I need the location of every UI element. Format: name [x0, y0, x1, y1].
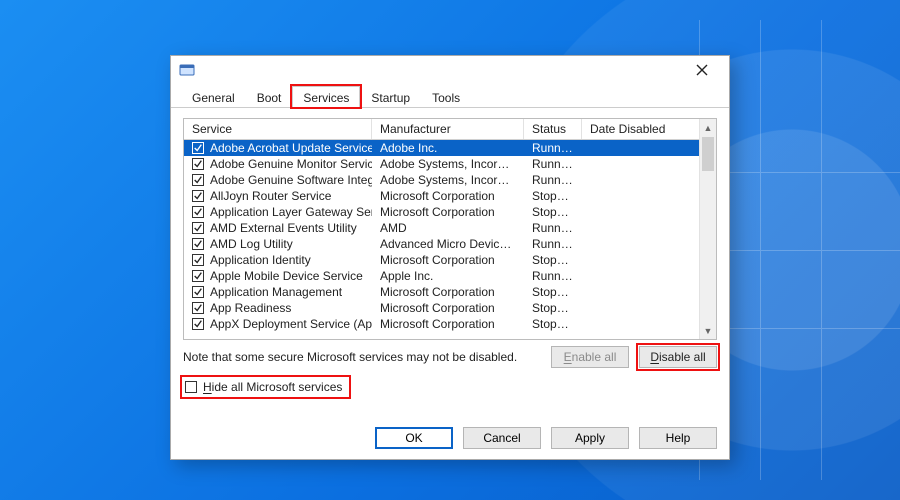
manufacturer: Microsoft Corporation: [372, 189, 524, 203]
hide-microsoft-label: Hide all Microsoft services: [203, 380, 342, 394]
status: Stopped: [524, 285, 582, 299]
service-name: AMD Log Utility: [210, 237, 293, 251]
checkbox-icon[interactable]: [192, 158, 204, 170]
status: Running: [524, 173, 582, 187]
service-name: Apple Mobile Device Service: [210, 269, 363, 283]
titlebar[interactable]: [171, 56, 729, 84]
service-name: Adobe Genuine Software Integri...: [210, 173, 372, 187]
col-status[interactable]: Status: [524, 119, 582, 139]
col-manufacturer[interactable]: Manufacturer: [372, 119, 524, 139]
services-listview[interactable]: Service Manufacturer Status Date Disable…: [183, 118, 717, 340]
status: Stopped: [524, 317, 582, 331]
disable-all-button[interactable]: Disable all: [639, 346, 717, 368]
status: Running: [524, 141, 582, 155]
scroll-up-icon[interactable]: ▲: [700, 119, 716, 136]
ok-button[interactable]: OK: [375, 427, 453, 449]
table-row[interactable]: Adobe Acrobat Update ServiceAdobe Inc.Ru…: [184, 140, 716, 156]
table-row[interactable]: Apple Mobile Device Service Apple Inc.Run…: [184, 268, 716, 284]
desktop-background: General Boot Services Startup Tools Serv…: [0, 0, 900, 500]
manufacturer: Adobe Inc.: [372, 141, 524, 155]
checkbox-icon[interactable]: [192, 286, 204, 298]
service-name: AllJoyn Router Service: [210, 189, 331, 203]
checkbox-icon[interactable]: [192, 190, 204, 202]
tab-tools[interactable]: Tools: [421, 86, 471, 108]
enable-all-button[interactable]: Enable all: [551, 346, 629, 368]
manufacturer: Adobe Systems, Incorpora...: [372, 173, 524, 187]
service-name: Adobe Acrobat Update Service: [210, 141, 372, 155]
manufacturer: Microsoft Corporation: [372, 301, 524, 315]
col-service[interactable]: Service: [184, 119, 372, 139]
status: Running: [524, 157, 582, 171]
manufacturer: Adobe Systems, Incorpora...: [372, 157, 524, 171]
status: Running: [524, 269, 582, 283]
manufacturer: Microsoft Corporation: [372, 205, 524, 219]
close-button[interactable]: [685, 59, 719, 81]
table-row[interactable]: AMD External Events Utility AMDRunning: [184, 220, 716, 236]
manufacturer: Microsoft Corporation: [372, 317, 524, 331]
checkbox-icon[interactable]: [192, 254, 204, 266]
help-button[interactable]: Help: [639, 427, 717, 449]
msconfig-dialog: General Boot Services Startup Tools Serv…: [170, 55, 730, 460]
table-row[interactable]: AllJoyn Router Service Microsoft Corporat…: [184, 188, 716, 204]
table-row[interactable]: Adobe Genuine Software Integri...Adobe S…: [184, 172, 716, 188]
manufacturer: Microsoft Corporation: [372, 253, 524, 267]
service-name: AMD External Events Utility: [210, 221, 357, 235]
checkbox-icon[interactable]: [192, 142, 204, 154]
checkbox-icon[interactable]: [192, 270, 204, 282]
table-row[interactable]: Application Management Microsoft Corporat…: [184, 284, 716, 300]
manufacturer: Microsoft Corporation: [372, 285, 524, 299]
scroll-thumb[interactable]: [702, 137, 714, 171]
table-row[interactable]: Adobe Genuine Monitor ServiceAdobe Syste…: [184, 156, 716, 172]
status: Stopped: [524, 301, 582, 315]
table-row[interactable]: App Readiness Microsoft CorporationStoppe…: [184, 300, 716, 316]
tab-boot[interactable]: Boot: [246, 86, 293, 108]
table-row[interactable]: Application Identity Microsoft Corporatio…: [184, 252, 716, 268]
cancel-button[interactable]: Cancel: [463, 427, 541, 449]
tab-services[interactable]: Services: [292, 86, 360, 108]
service-name: Adobe Genuine Monitor Service: [210, 157, 372, 171]
tab-general[interactable]: General: [181, 86, 246, 108]
scrollbar[interactable]: ▲ ▼: [699, 119, 716, 339]
checkbox-icon[interactable]: [192, 222, 204, 234]
status: Running: [524, 221, 582, 235]
col-date-disabled[interactable]: Date Disabled: [582, 119, 716, 139]
service-name: App Readiness: [210, 301, 291, 315]
status: Stopped: [524, 189, 582, 203]
service-name: Application Layer Gateway Service: [210, 205, 372, 219]
service-name: Application Management: [210, 285, 342, 299]
hide-microsoft-checkbox[interactable]: Hide all Microsoft services: [183, 378, 348, 396]
tab-startup[interactable]: Startup: [360, 86, 421, 108]
manufacturer: Apple Inc.: [372, 269, 524, 283]
service-name: Application Identity: [210, 253, 311, 267]
manufacturer: AMD: [372, 221, 524, 235]
column-headers[interactable]: Service Manufacturer Status Date Disable…: [184, 119, 716, 140]
checkbox-icon[interactable]: [185, 381, 197, 393]
note-text: Note that some secure Microsoft services…: [183, 350, 517, 364]
tab-strip: General Boot Services Startup Tools: [171, 84, 729, 108]
dialog-footer: OK Cancel Apply Help: [171, 417, 729, 459]
service-name: AppX Deployment Service (AppX...: [210, 317, 372, 331]
status: Running: [524, 237, 582, 251]
scroll-down-icon[interactable]: ▼: [700, 322, 716, 339]
manufacturer: Advanced Micro Devices, I...: [372, 237, 524, 251]
apply-button[interactable]: Apply: [551, 427, 629, 449]
checkbox-icon[interactable]: [192, 174, 204, 186]
table-row[interactable]: Application Layer Gateway ServiceMicroso…: [184, 204, 716, 220]
status: Stopped: [524, 205, 582, 219]
app-icon: [179, 62, 195, 78]
table-row[interactable]: AMD Log Utility Advanced Micro Devices, I…: [184, 236, 716, 252]
checkbox-icon[interactable]: [192, 302, 204, 314]
table-row[interactable]: AppX Deployment Service (AppX...Microsof…: [184, 316, 716, 332]
checkbox-icon[interactable]: [192, 206, 204, 218]
checkbox-icon[interactable]: [192, 238, 204, 250]
checkbox-icon[interactable]: [192, 318, 204, 330]
status: Stopped: [524, 253, 582, 267]
